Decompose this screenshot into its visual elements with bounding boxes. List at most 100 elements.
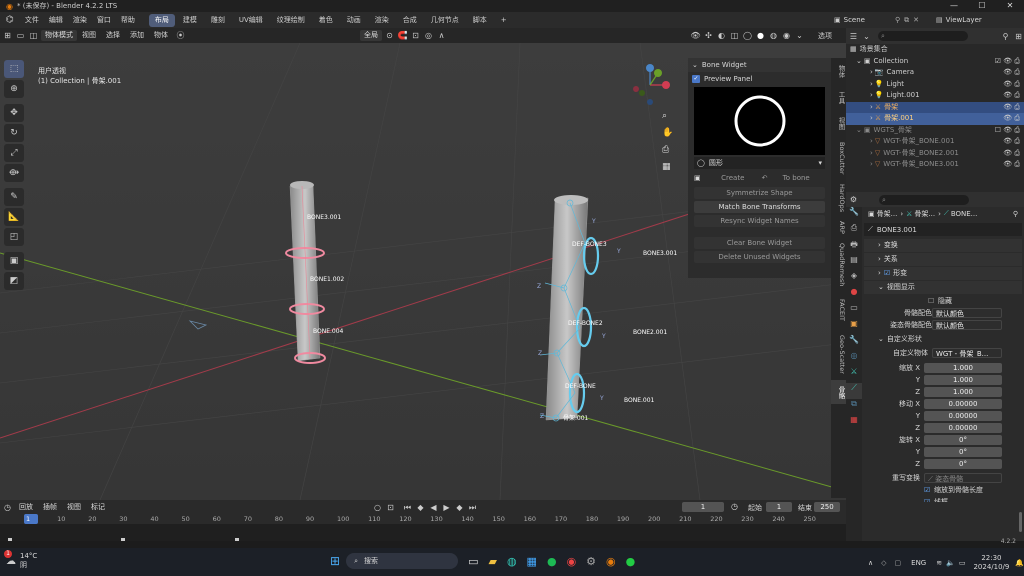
rotate-tool-icon[interactable]: ↻ xyxy=(4,124,24,142)
boxcutter-tool-icon[interactable]: ▣ xyxy=(4,252,24,270)
xray-icon[interactable]: ◫ xyxy=(729,30,740,41)
expand-arrow-icon[interactable]: ⌄ xyxy=(856,126,862,134)
file-explorer-icon[interactable]: ▰ xyxy=(488,555,496,568)
scale-y-field[interactable]: 1.000 xyxy=(924,375,1002,385)
shading-wire-icon[interactable]: ◯ xyxy=(742,30,753,41)
tab-uv[interactable]: UV编辑 xyxy=(233,14,269,27)
blender-taskbar-icon[interactable]: ◉ xyxy=(606,555,616,568)
current-frame-field[interactable]: 1 xyxy=(682,502,724,512)
tab-arp[interactable]: ARP xyxy=(831,216,846,238)
task-view-icon[interactable]: ▭ xyxy=(468,555,478,568)
armature-data-props-icon[interactable]: ⚔ xyxy=(846,367,862,383)
shape-selector[interactable]: ◯ 圆形 ▾ xyxy=(694,157,825,169)
tab-rendering[interactable]: 渲染 xyxy=(369,14,395,27)
tab-boxcutter[interactable]: BoxCutter xyxy=(831,136,846,180)
bone-name-field[interactable]: ⟋ BONE3.001 xyxy=(864,223,1022,236)
scale-z-field[interactable]: 1.000 xyxy=(924,387,1002,397)
ortho-grid-icon[interactable]: ▦ xyxy=(662,162,676,179)
move-tool-icon[interactable]: ✥ xyxy=(4,104,24,122)
delete-unused-widgets-button[interactable]: Delete Unused Widgets xyxy=(694,251,825,263)
visibility-icon[interactable]: 👁 ⎙ xyxy=(1003,113,1020,125)
maximize-button[interactable]: ☐ xyxy=(968,0,996,12)
shading-options-icon[interactable]: ⌄ xyxy=(794,30,805,41)
jump-end-icon[interactable]: ⏭ xyxy=(467,502,478,513)
scene-selector[interactable]: ▣ Scene ⚲ ⧉ ✕ xyxy=(834,14,919,26)
wechat-icon[interactable]: ● xyxy=(626,555,636,568)
filter-icon[interactable]: ⚲ xyxy=(1000,31,1011,42)
close-icon[interactable]: ✕ xyxy=(913,16,919,24)
texture-props-icon[interactable]: ▦ xyxy=(846,415,862,431)
viewlayer-selector[interactable]: ▤ ViewLayer xyxy=(936,14,982,26)
custom-shape-header[interactable]: ⌄ 自定义形状 xyxy=(864,333,1022,345)
transform-orientation-dropdown[interactable]: 全局 xyxy=(360,30,382,41)
bone-color-dropdown[interactable]: 默认颜色 xyxy=(932,308,1002,318)
annotate-tool-icon[interactable]: ✎ xyxy=(4,188,24,206)
copy-icon[interactable]: ⧉ xyxy=(904,16,909,25)
tab-tool[interactable]: 工具 xyxy=(831,84,846,110)
clock-icon[interactable]: ◷ xyxy=(731,502,738,511)
section-deform[interactable]: › ☑ 形变 xyxy=(864,267,1022,280)
chrome-icon[interactable]: ◉ xyxy=(567,555,577,568)
view-layer-props-icon[interactable]: ▤ xyxy=(846,255,862,271)
move-y-field[interactable]: 0.00000 xyxy=(924,411,1002,421)
tab-quadremesh[interactable]: QuadRemesh xyxy=(831,238,846,292)
scrollbar[interactable] xyxy=(1019,512,1022,532)
transform-tool-icon[interactable]: ⟴ xyxy=(4,164,24,182)
minimize-button[interactable]: — xyxy=(940,0,968,12)
scale-tool-icon[interactable]: ⤢ xyxy=(4,144,24,162)
options-button[interactable]: 选项 xyxy=(818,31,832,41)
pivot-icon[interactable]: ⦿ xyxy=(175,30,186,41)
timeline-ruler[interactable]: 1 10 20 30 40 50 60 70 80 90 100 110 120 130 140 150 160… xyxy=(0,514,846,543)
store-icon[interactable]: ▦ xyxy=(527,555,537,568)
visibility-icon[interactable]: 👁 ⎙ xyxy=(1003,159,1020,171)
select-box-tool-icon[interactable]: ⬚ xyxy=(4,60,24,78)
render-props-icon[interactable]: ⎙ xyxy=(846,223,862,239)
visibility-icon[interactable]: 👁 ⎙ xyxy=(1003,102,1020,114)
resync-widget-names-button[interactable]: Resync Widget Names xyxy=(694,215,825,227)
menu-icon[interactable]: ▣ xyxy=(694,174,704,182)
outliner-row[interactable]: › 📷 Camera 👁 ⎙ xyxy=(846,67,1024,79)
measure-tool-icon[interactable]: 📐 xyxy=(4,208,24,226)
menu-edit[interactable]: 编辑 xyxy=(44,12,68,28)
select-extend-icon[interactable]: ◫ xyxy=(28,30,39,41)
custom-object-field[interactable]: WGT - 骨架_B... xyxy=(932,348,1002,358)
pin-icon[interactable]: ⚲ xyxy=(895,16,900,24)
expand-arrow-icon[interactable]: › xyxy=(870,91,873,99)
tray-overflow-icon[interactable]: ∧ xyxy=(868,559,873,567)
settings-icon[interactable]: ⚙ xyxy=(586,555,596,568)
tab-sculpt[interactable]: 雕刻 xyxy=(205,14,231,27)
outliner-row[interactable]: › ▽ WGT-骨架_BONE2.001 👁 ⎙ xyxy=(846,148,1024,160)
tab-faceit[interactable]: FACEIT xyxy=(831,292,846,328)
add-cube-tool-icon[interactable]: ◰ xyxy=(4,228,24,246)
create-button[interactable]: Create xyxy=(704,174,762,182)
physics-props-icon[interactable]: ◎ xyxy=(846,351,862,367)
move-x-field[interactable]: 0.00000 xyxy=(924,399,1002,409)
tab-compositing[interactable]: 合成 xyxy=(397,14,423,27)
jump-start-icon[interactable]: ⏮ xyxy=(402,502,413,513)
keying-menu[interactable]: 插帧 xyxy=(39,502,61,513)
world-props-icon[interactable]: ● xyxy=(846,287,862,303)
expand-arrow-icon[interactable]: › xyxy=(870,80,873,88)
playback-menu[interactable]: 回放 xyxy=(15,502,37,513)
notifications-icon[interactable]: 🔔 xyxy=(1015,559,1024,567)
mode-dropdown[interactable]: 物体模式 xyxy=(41,30,77,41)
next-key-icon[interactable]: ◆ xyxy=(454,502,465,513)
scene-props-icon[interactable]: ◈ xyxy=(846,271,862,287)
filter-mode-icon[interactable]: ⌄ xyxy=(861,31,872,42)
visibility-icon[interactable]: 👁 ⎙ xyxy=(1003,67,1020,79)
outliner-row[interactable]: ▦ 场景集合 xyxy=(846,44,1024,56)
proportional-edit-icon[interactable]: ◎ xyxy=(423,30,434,41)
override-field[interactable]: ⟋ 姿态骨骼 xyxy=(924,473,1002,483)
close-button[interactable]: ✕ xyxy=(996,0,1024,12)
tab-geo-scatter[interactable]: Geo-Scatter xyxy=(831,328,846,380)
outliner-row[interactable]: ⌄ ▣ Collection ☑ 👁 ⎙ xyxy=(846,56,1024,68)
panel-header[interactable]: ⌄ Bone Widget xyxy=(688,58,831,72)
visibility-icon[interactable]: 👁 ⎙ xyxy=(1003,148,1020,160)
tab-view[interactable]: 视图 xyxy=(831,110,846,136)
camera-view-icon[interactable]: ⎙ xyxy=(662,145,676,162)
spotify-icon[interactable]: ● xyxy=(547,555,557,568)
new-collection-icon[interactable]: ⊞ xyxy=(1013,31,1024,42)
visibility-icon[interactable]: ☑ 👁 ⎙ xyxy=(995,56,1020,68)
end-frame-field[interactable]: 250 xyxy=(814,502,840,512)
clear-bone-widget-button[interactable]: Clear Bone Widget xyxy=(694,237,825,249)
